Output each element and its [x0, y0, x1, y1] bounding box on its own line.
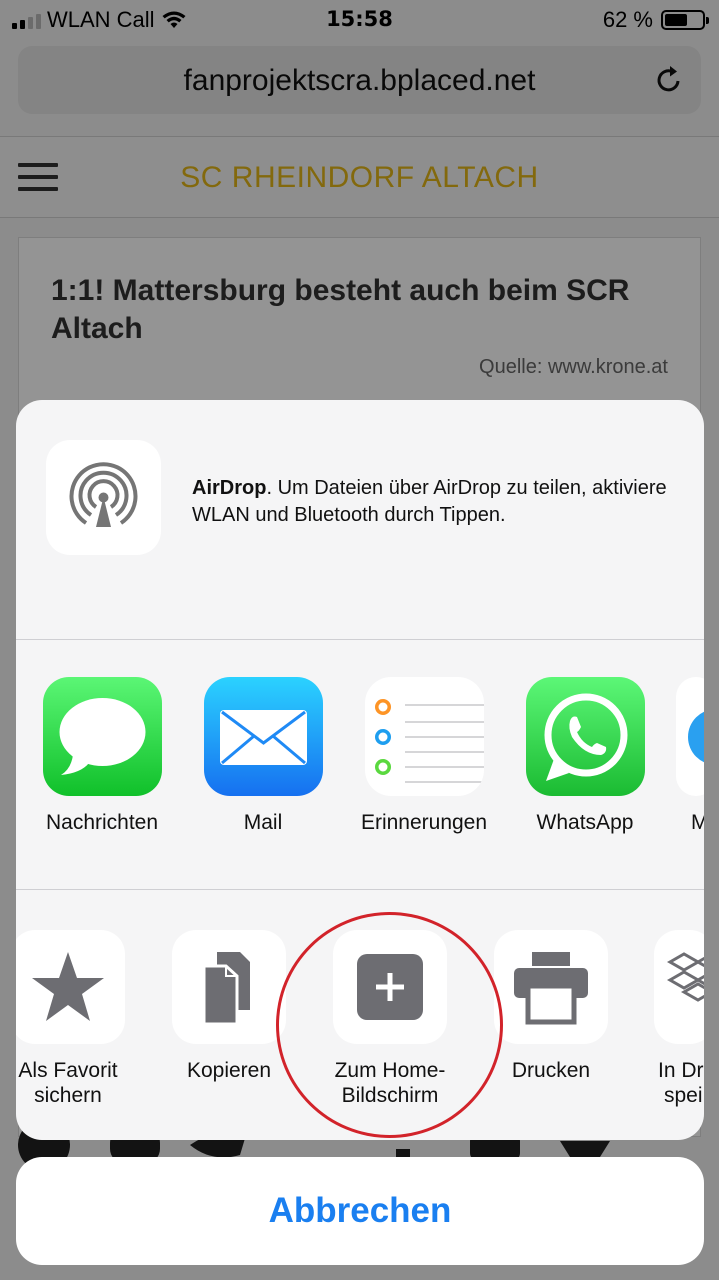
cancel-button[interactable]: Abbrechen — [16, 1157, 704, 1265]
reminders-icon — [364, 677, 484, 796]
action-label-line2: spei — [664, 1084, 703, 1107]
airdrop-title: AirDrop — [192, 477, 267, 499]
messages-icon — [42, 677, 162, 796]
partial-app-icon — [676, 677, 704, 796]
action-add-favorite[interactable]: Als Favorit sichern — [16, 930, 138, 1108]
share-app-whatsapp[interactable]: WhatsApp — [515, 677, 655, 835]
share-app-label: WhatsApp — [536, 811, 634, 834]
dropbox-icon — [654, 930, 704, 1044]
share-app-messages[interactable]: Nachrichten — [32, 677, 172, 835]
print-icon — [494, 930, 608, 1044]
share-app-reminders[interactable]: Erinnerungen — [354, 677, 494, 835]
action-label-line1: In Dr — [658, 1059, 704, 1082]
action-label-line1: Drucken — [511, 1059, 591, 1082]
share-app-label: Erinnerungen — [360, 811, 488, 834]
highlight-circle-annotation — [276, 912, 503, 1138]
action-print[interactable]: Drucken — [481, 930, 621, 1083]
airdrop-section[interactable]: AirDrop. Um Dateien über AirDrop zu teil… — [16, 400, 704, 640]
copy-icon — [172, 930, 286, 1044]
airdrop-description: AirDrop. Um Dateien über AirDrop zu teil… — [192, 475, 672, 529]
share-app-partial[interactable]: M — [676, 677, 704, 835]
share-app-label: Nachrichten — [45, 811, 159, 834]
star-icon — [16, 930, 125, 1044]
action-label-line2: sichern — [34, 1084, 102, 1107]
whatsapp-icon — [525, 677, 645, 796]
share-app-label: M — [691, 811, 704, 834]
share-app-label: Mail — [243, 811, 283, 834]
share-apps-row: Nachrichten Mail Erinnerungen WhatsApp M — [16, 640, 704, 890]
airdrop-icon[interactable] — [46, 440, 161, 555]
action-label-line1: Kopieren — [186, 1059, 272, 1082]
mail-icon — [203, 677, 323, 796]
action-save-dropbox[interactable]: In Dr spei — [654, 930, 704, 1108]
action-label-line1: Als Favorit — [18, 1059, 118, 1082]
share-app-mail[interactable]: Mail — [193, 677, 333, 835]
